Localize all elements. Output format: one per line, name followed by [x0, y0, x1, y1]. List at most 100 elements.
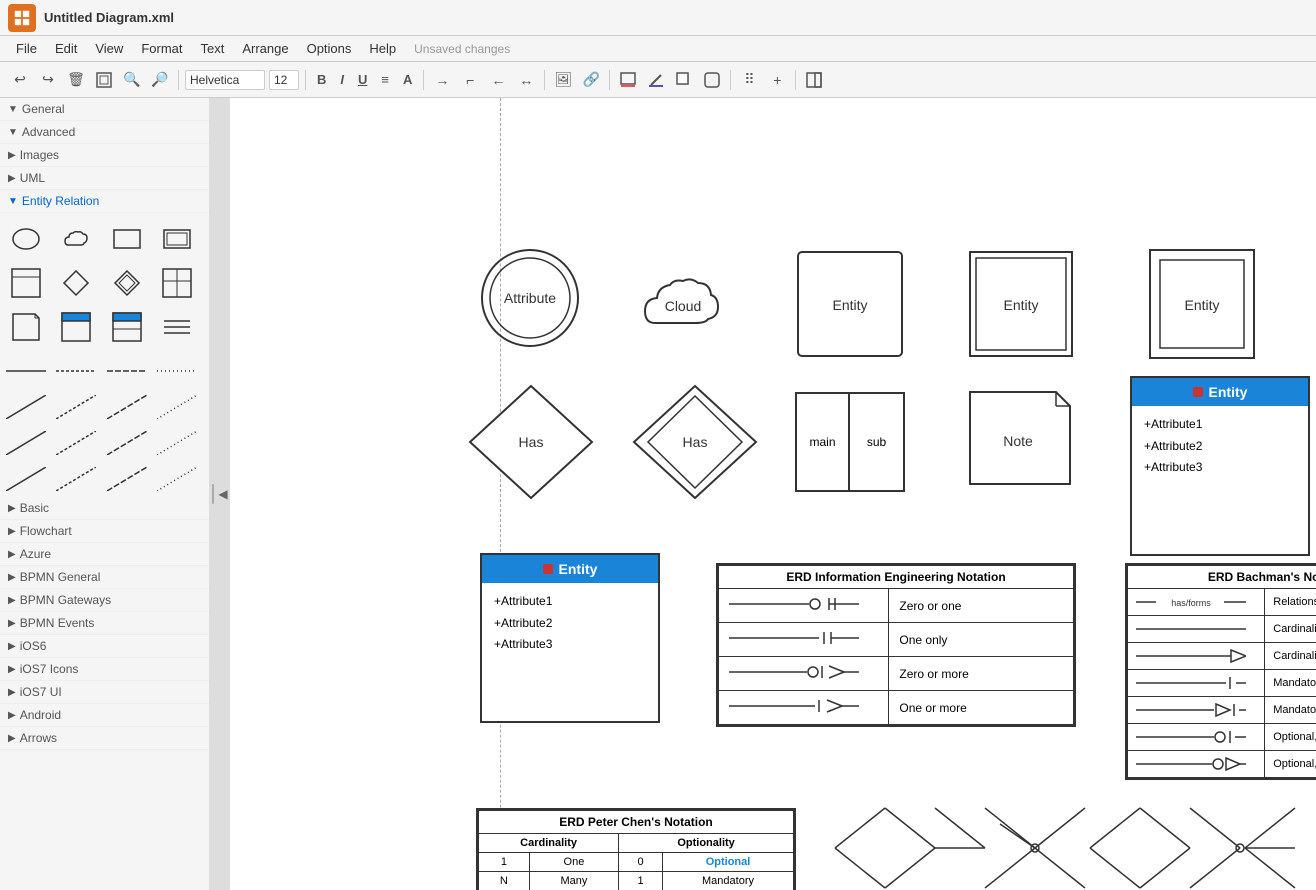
- line-diag-7[interactable]: [107, 431, 147, 455]
- zoom-in-button[interactable]: 🔍: [120, 68, 144, 92]
- sidebar-item-ios7-ui[interactable]: ▶ iOS7 UI: [0, 681, 209, 704]
- entity-blue-table-left[interactable]: Entity +Attribute1 +Attribute2 +Attribut…: [480, 553, 660, 723]
- redo-button[interactable]: ↪: [36, 68, 60, 92]
- shape-button[interactable]: [700, 68, 724, 92]
- sidebar-basic-label: Basic: [20, 501, 49, 515]
- bachman-row-optional-many: Optional, Many: [1128, 751, 1316, 778]
- sidebar-item-bpmn-general[interactable]: ▶ BPMN General: [0, 566, 209, 589]
- sidebar-item-general[interactable]: ▼ General: [0, 98, 209, 121]
- arrow-bidirectional-button[interactable]: ↔: [514, 68, 538, 92]
- fill-color-button[interactable]: [616, 68, 640, 92]
- line-item-2[interactable]: [56, 359, 96, 383]
- sidebar-item-ios7-icons[interactable]: ▶ iOS7 Icons: [0, 658, 209, 681]
- sidebar-item-uml[interactable]: ▶ UML: [0, 167, 209, 190]
- shape-diamond-double[interactable]: [107, 263, 147, 303]
- menu-options[interactable]: Options: [299, 39, 360, 58]
- shape-entity-split-blue[interactable]: [107, 307, 147, 347]
- entity-inner-box-shape[interactable]: Entity: [1148, 248, 1256, 360]
- shape-entity-rect[interactable]: [107, 219, 147, 259]
- canvas-container[interactable]: Attribute Cloud Entity: [230, 98, 1316, 890]
- line-diag-8[interactable]: [157, 431, 197, 455]
- arrow-left-button[interactable]: ←: [486, 68, 510, 92]
- menu-arrange[interactable]: Arrange: [234, 39, 296, 58]
- sidebar-item-basic[interactable]: ▶ Basic: [0, 497, 209, 520]
- shape-diamond[interactable]: [56, 263, 96, 303]
- shadow-button[interactable]: [672, 68, 696, 92]
- sidebar-item-images[interactable]: ▶ Images: [0, 144, 209, 167]
- underline-button[interactable]: U: [353, 70, 372, 89]
- bold-button[interactable]: B: [312, 70, 331, 89]
- sidebar-item-bpmn-gateways[interactable]: ▶ BPMN Gateways: [0, 589, 209, 612]
- grid-button[interactable]: ⠿: [737, 68, 761, 92]
- line-diag-3[interactable]: [107, 395, 147, 419]
- sidebar-item-android[interactable]: ▶ Android: [0, 704, 209, 727]
- font-color-button[interactable]: A: [398, 70, 417, 89]
- delete-button[interactable]: 🗑: [64, 68, 88, 92]
- sidebar-item-azure[interactable]: ▶ Azure: [0, 543, 209, 566]
- align-left-button[interactable]: ≡: [376, 70, 394, 89]
- line-item-4[interactable]: [157, 359, 197, 383]
- sidebar-ios6-label: iOS6: [20, 639, 47, 653]
- note-shape[interactable]: Note: [966, 388, 1074, 488]
- sidebar-azure-label: Azure: [20, 547, 51, 561]
- diamond-has-shape[interactable]: Has: [466, 382, 596, 502]
- bachman-title: ERD Bachman's Notation: [1128, 566, 1316, 589]
- line-diag-6[interactable]: [56, 431, 96, 455]
- shape-entity-double[interactable]: [157, 219, 197, 259]
- sidebar-item-ios6[interactable]: ▶ iOS6: [0, 635, 209, 658]
- entity-blue-right-attr3: +Attribute3: [1144, 457, 1296, 479]
- zoom-out-button[interactable]: 🔎: [148, 68, 172, 92]
- font-size-input[interactable]: [269, 70, 299, 90]
- line-diag-12[interactable]: [157, 467, 197, 491]
- line-diag-10[interactable]: [56, 467, 96, 491]
- shape-entity-table[interactable]: [6, 263, 46, 303]
- line-item-3[interactable]: [107, 359, 147, 383]
- shape-note[interactable]: [6, 307, 46, 347]
- menu-view[interactable]: View: [87, 39, 131, 58]
- diamond-has-double-shape[interactable]: Has: [630, 382, 760, 502]
- menu-file[interactable]: File: [8, 39, 45, 58]
- sidebar-resize-handle[interactable]: [210, 98, 216, 890]
- font-selector[interactable]: [185, 70, 265, 90]
- sidebar-item-arrows[interactable]: ▶ Arrows: [0, 727, 209, 750]
- line-diag-5[interactable]: [6, 431, 46, 455]
- menu-help[interactable]: Help: [361, 39, 404, 58]
- sidebar-uml-label: UML: [20, 171, 45, 185]
- sidebar-item-advanced[interactable]: ▼ Advanced: [0, 121, 209, 144]
- entity-blue-table-right[interactable]: Entity +Attribute1 +Attribute2 +Attribut…: [1130, 376, 1310, 556]
- menu-format[interactable]: Format: [133, 39, 190, 58]
- elbow-button[interactable]: ⌐: [458, 68, 482, 92]
- line-diag-4[interactable]: [157, 395, 197, 419]
- arrow-right-button[interactable]: →: [430, 68, 454, 92]
- image-button[interactable]: 🖼: [551, 68, 575, 92]
- menu-text[interactable]: Text: [192, 39, 232, 58]
- entity-rect-shape[interactable]: Entity: [794, 248, 906, 360]
- line-diag-9[interactable]: [6, 467, 46, 491]
- bachman-cardinality-one-label: Cardinality (One): [1265, 616, 1316, 643]
- format-panel-button[interactable]: [802, 68, 826, 92]
- mainsub-shape[interactable]: main sub: [795, 392, 905, 492]
- undo-button[interactable]: ↩: [8, 68, 32, 92]
- add-button[interactable]: +: [765, 68, 789, 92]
- link-button[interactable]: 🔗: [579, 68, 603, 92]
- attribute-shape[interactable]: Attribute: [475, 243, 585, 353]
- sidebar-collapse-button[interactable]: ◀: [216, 98, 230, 890]
- sidebar-item-bpmn-events[interactable]: ▶ BPMN Events: [0, 612, 209, 635]
- fit-page-button[interactable]: [92, 68, 116, 92]
- sidebar-item-flowchart[interactable]: ▶ Flowchart: [0, 520, 209, 543]
- shape-entity-blue[interactable]: [56, 307, 96, 347]
- cloud-shape[interactable]: Cloud: [630, 253, 740, 353]
- stroke-color-button[interactable]: [644, 68, 668, 92]
- line-diag-2[interactable]: [56, 395, 96, 419]
- shape-attribute[interactable]: [6, 219, 46, 259]
- shape-split-entity[interactable]: [157, 263, 197, 303]
- menu-edit[interactable]: Edit: [47, 39, 85, 58]
- italic-button[interactable]: I: [335, 70, 349, 89]
- shape-cloud[interactable]: [56, 219, 96, 259]
- line-diag-1[interactable]: [6, 395, 46, 419]
- line-diag-11[interactable]: [107, 467, 147, 491]
- line-item-1[interactable]: [6, 359, 46, 383]
- shape-lines-group[interactable]: [157, 307, 197, 347]
- entity-double-border-shape[interactable]: Entity: [966, 248, 1076, 360]
- sidebar-item-entity-relation[interactable]: ▼ Entity Relation: [0, 190, 209, 213]
